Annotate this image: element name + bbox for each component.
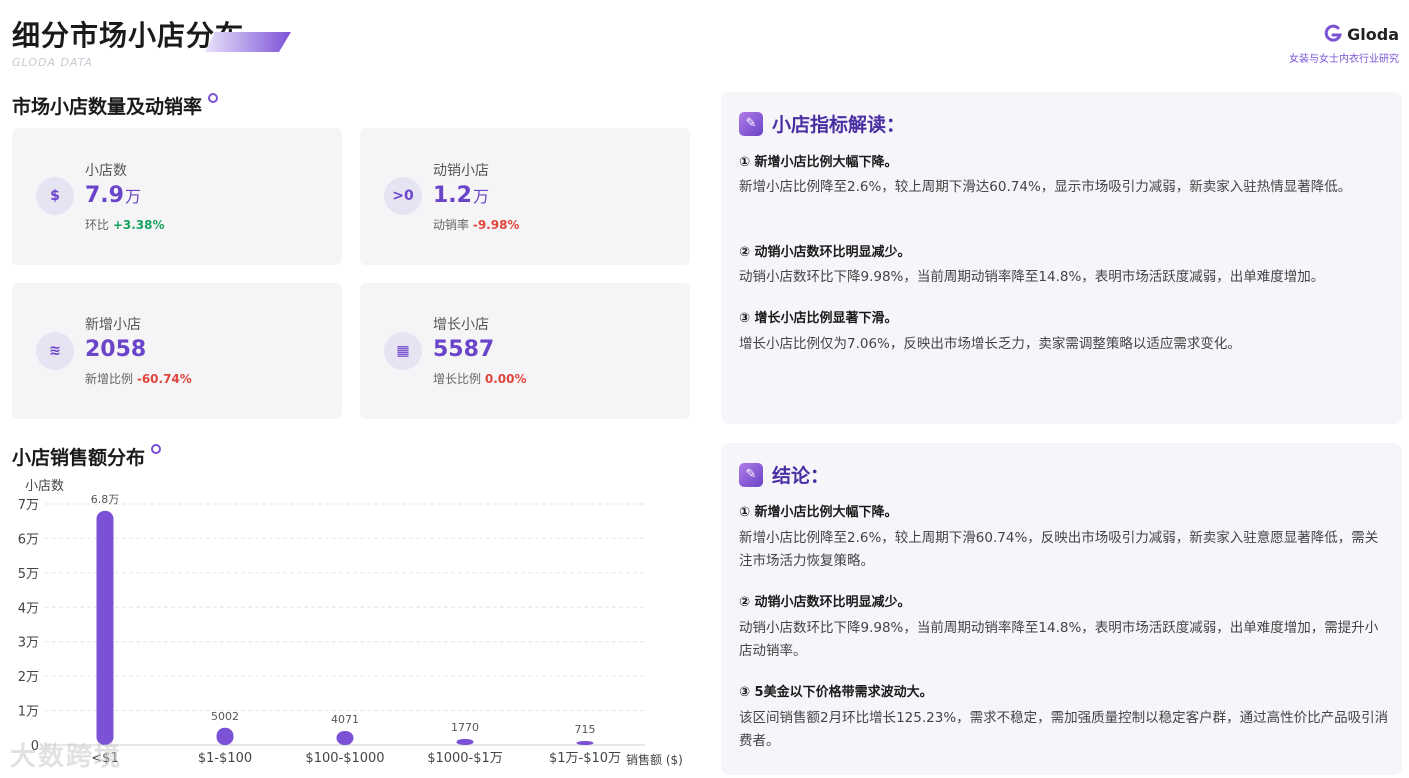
y-tick-label: 2万 [18,670,39,685]
conclusion-body-1: 新增小店比例降至2.6%，较上周期下滑60.74%，反映出市场吸引力减弱，新卖家… [739,530,1379,569]
grid-icon: ▦ [384,332,422,370]
title-dot-icon [151,444,162,454]
conclusion-head-2: ② 动销小店数环比明显减少。 [739,595,911,610]
change-value: 0.00% [484,372,527,386]
card-shop-count: $ 小店数 7.9万 环比 +3.38% [12,128,342,265]
card-sub: 环比 +3.38% [85,218,165,232]
gloda-logo-icon [1324,24,1343,42]
conclusion-title: 结论： [772,465,830,487]
change-value: -9.98% [472,218,520,232]
bar [456,738,474,745]
card-value: 2058 [85,337,147,362]
layers-icon: ≋ [36,332,74,370]
greater-than-zero-icon: >0 [384,177,422,215]
conclusion-panel: ✎ 结论： ① 新增小店比例大幅下降。 新增小店比例降至2.6%，较上周期下滑6… [721,443,1402,775]
y-tick-label: 7万 [18,498,39,513]
y-tick-label: 3万 [18,636,39,651]
conclusion-header: ✎ 结论： [739,461,829,488]
y-tick-label: 1万 [18,705,39,720]
x-tick-label: $1万-$10万 [549,751,621,766]
x-tick-label: $1000-$1万 [427,751,503,766]
metrics-section-title-text: 市场小店数量及动销率 [12,96,203,118]
card-label: 增长小店 [433,317,489,333]
change-value: +3.38% [112,218,165,232]
conclusion-body-3: 该区间销售额2月环比增长125.23%，需求不稳定，需加强质量控制以稳定客户群，… [739,710,1389,749]
card-active-shops: >0 动销小店 1.2万 动销率 -9.98% [360,128,690,265]
change-value: -60.74% [136,372,192,386]
insights-title: 小店指标解读： [772,114,906,136]
pen-icon: ✎ [739,462,763,487]
insight-head-1: ① 新增小店比例大幅下降。 [739,155,898,170]
card-value: 7.9万 [85,183,141,208]
card-new-shops: ≋ 新增小店 2058 新增比例 -60.74% [12,283,342,419]
y-tick-label: 6万 [18,532,39,547]
title-decoration [205,32,291,52]
conclusion-head-3: ③ 5美金以下价格带需求波动大。 [739,685,933,700]
conclusion-head-1: ① 新增小店比例大幅下降。 [739,505,898,520]
card-label: 新增小店 [85,317,141,333]
bar [216,727,234,745]
data-label: 4071 [331,713,359,726]
bar [336,730,354,745]
card-sub: 增长比例 0.00% [433,372,527,386]
data-label: 6.8万 [91,493,120,506]
card-label: 动销小店 [433,163,489,179]
data-label: 5002 [211,710,239,723]
data-label: 715 [575,723,596,736]
y-tick-label: 5万 [18,567,39,582]
insight-head-2: ② 动销小店数环比明显减少。 [739,245,911,260]
y-axis-label: 小店数 [25,479,64,494]
insight-body-3: 增长小店比例仅为7.06%，反映出市场增长乏力，卖家需调整策略以适应需求变化。 [739,336,1241,352]
metrics-section-title: 市场小店数量及动销率 [12,92,219,119]
card-sub: 新增比例 -60.74% [85,372,192,386]
insight-body-1: 新增小店比例降至2.6%，较上周期下滑达60.74%，显示市场吸引力减弱，新卖家… [739,179,1352,195]
insights-panel: ✎ 小店指标解读： ① 新增小店比例大幅下降。 新增小店比例降至2.6%，较上周… [721,92,1402,424]
page-subtitle: GLODA DATA [12,56,93,69]
title-dot-icon [208,93,219,103]
brand-subtitle: 女装与女士内衣行业研究 [1289,54,1399,65]
brand: Gloda 女装与女士内衣行业研究 [1289,24,1399,66]
insight-head-3: ③ 增长小店比例显著下滑。 [739,311,898,326]
sales-distribution-chart: 小店数01万2万3万4万5万6万7万 6.8万<$15002$1-$1004071… [18,479,683,767]
card-value: 1.2万 [433,183,489,208]
x-tick-label: $1-$100 [198,751,252,766]
watermark: 大数跨境 [10,742,123,772]
x-axis-label: 销售额 ($) [626,752,683,767]
money-bag-icon: $ [36,177,74,215]
insight-body-2: 动销小店数环比下降9.98%，当前周期动销率降至14.8%，表明市场活跃度减弱，… [739,269,1325,285]
bar [576,741,594,745]
card-sub: 动销率 -9.98% [433,218,520,232]
data-label: 1770 [451,721,479,734]
y-tick-label: 4万 [18,601,39,616]
pen-icon: ✎ [739,111,763,136]
brand-name: Gloda [1347,24,1399,44]
conclusion-body-2: 动销小店数环比下降9.98%，当前周期动销率降至14.8%，表明市场活跃度减弱，… [739,620,1379,659]
x-tick-label: $100-$1000 [305,751,384,766]
card-value: 5587 [433,337,495,362]
card-label: 小店数 [85,163,127,179]
bar [96,510,114,745]
chart-section-title: 小店销售额分布 [12,443,162,470]
chart-section-title-text: 小店销售额分布 [12,447,146,469]
insights-header: ✎ 小店指标解读： [739,110,905,137]
card-growing-shops: ▦ 增长小店 5587 增长比例 0.00% [360,283,690,419]
